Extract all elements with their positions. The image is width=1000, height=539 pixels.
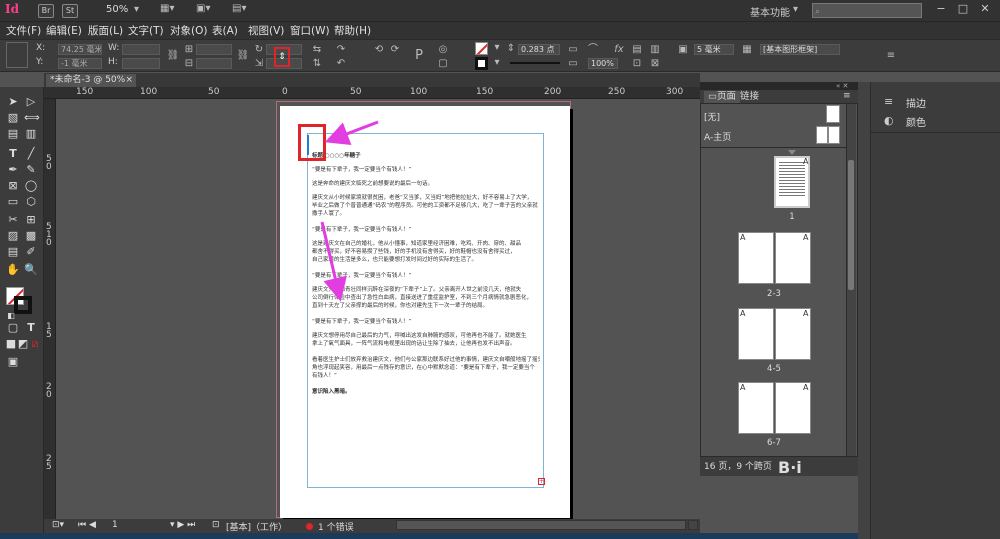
page-master-letter: A	[803, 233, 809, 242]
pages-scroll-thumb[interactable]	[848, 160, 854, 290]
a-master-thumb-right[interactable]	[828, 126, 840, 144]
panel-divider	[700, 147, 846, 148]
last-page-icon[interactable]: ▾ ▶ ⏭	[170, 520, 195, 530]
tab-pages[interactable]: ▭页面	[704, 91, 740, 103]
page-number-field[interactable]: 1	[112, 520, 118, 530]
page-master-letter: A	[803, 309, 809, 318]
tab-pages-label: 页面	[716, 91, 736, 102]
page-count: 16 页，9 个跨页	[704, 462, 772, 472]
collapse-panel-icon[interactable]: « ✕	[836, 82, 848, 90]
panel-dock-strip	[858, 82, 870, 539]
preflight-icon[interactable]: ⊡▾	[52, 520, 64, 530]
a-master-thumb-left[interactable]	[816, 126, 828, 144]
panel-menu-icon[interactable]: ≡	[843, 91, 851, 101]
watermark-logo: B·i	[778, 458, 802, 477]
page-master-letter: A	[740, 383, 746, 392]
page-master-letter: A	[803, 383, 809, 392]
horizontal-scrollbar[interactable]	[396, 520, 686, 530]
page-label: 6-7	[767, 438, 781, 448]
error-indicator-icon	[306, 523, 313, 530]
stroke-icon[interactable]: ≡	[884, 95, 893, 108]
a-master-label[interactable]: A-主页	[704, 130, 731, 143]
profile-status[interactable]: [基本]（工作）	[226, 520, 287, 533]
page-master-letter: A	[803, 157, 809, 166]
arrow-to-box	[324, 120, 379, 145]
panel-color[interactable]: 颜色	[906, 114, 926, 129]
tab-links[interactable]: 链接	[740, 91, 759, 103]
pages-panel-header	[700, 82, 858, 90]
color-icon[interactable]: ◐	[884, 114, 894, 127]
none-master-label[interactable]: [无]	[704, 110, 720, 123]
page-label: 4-5	[767, 364, 781, 374]
page-label: 2-3	[767, 289, 781, 299]
page-master-letter: A	[740, 309, 746, 318]
master-indicator-icon: ⊡	[212, 520, 220, 530]
first-page-icon[interactable]: ⏮ ◀	[78, 520, 96, 530]
none-master-thumb[interactable]	[826, 105, 840, 123]
right-panel-dock	[870, 82, 1000, 539]
page-master-letter: A	[740, 233, 746, 242]
scroll-right-icon[interactable]	[688, 520, 698, 530]
panel-stroke[interactable]: 描边	[906, 95, 926, 110]
panel-divider	[870, 132, 1000, 133]
os-taskbar	[0, 533, 1000, 539]
error-count[interactable]: 1 个错误	[318, 520, 354, 533]
current-page-marker-icon	[788, 150, 796, 155]
page-label: 1	[789, 212, 795, 222]
pages-tab-icon: ▭	[708, 91, 717, 102]
arrow-down	[320, 221, 347, 302]
